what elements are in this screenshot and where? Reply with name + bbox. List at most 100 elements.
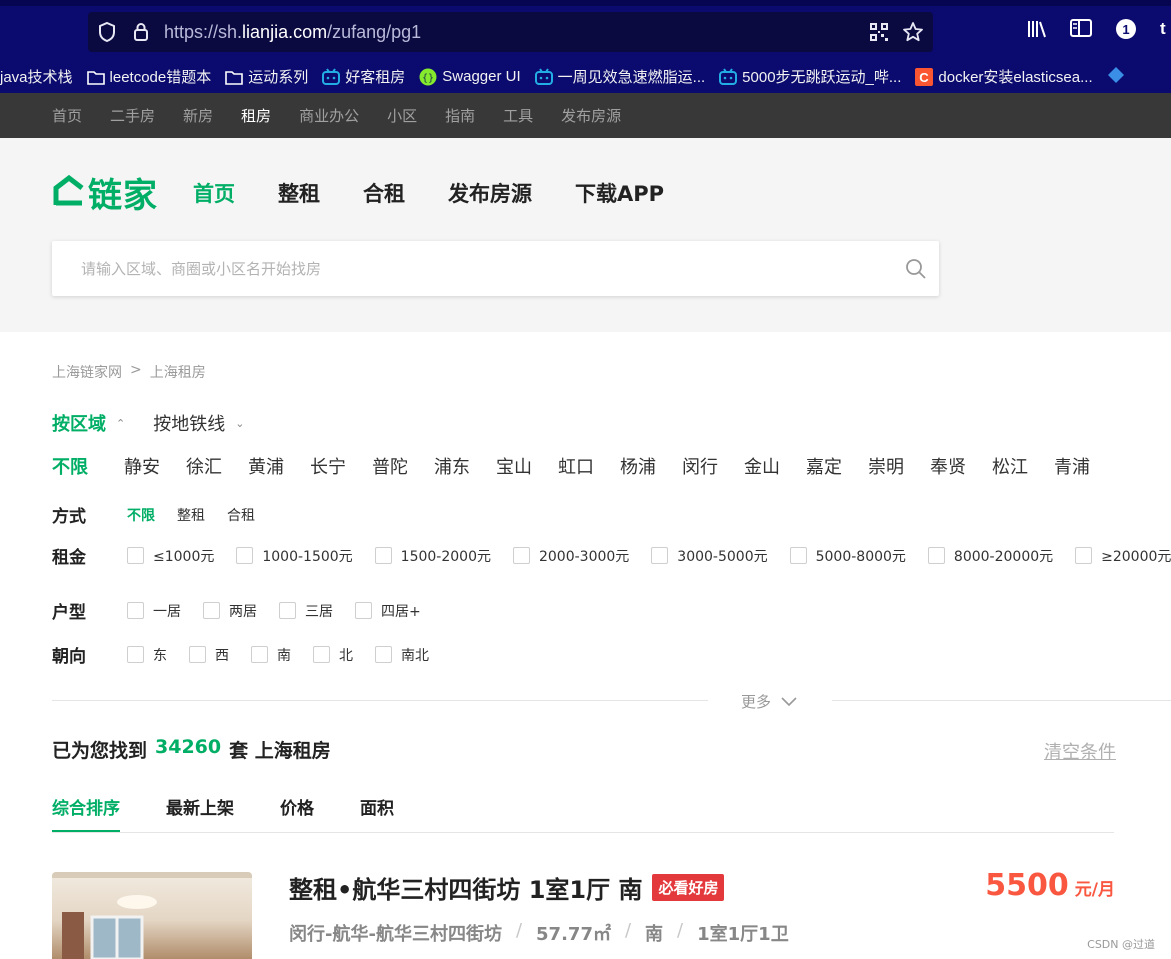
- checkbox[interactable]: [374, 547, 392, 564]
- mainnav-item[interactable]: 下载APP: [575, 178, 664, 208]
- filter-option[interactable]: 3000-5000元: [651, 546, 768, 566]
- district-option[interactable]: 闵行: [682, 453, 718, 479]
- checkbox[interactable]: [203, 602, 220, 619]
- checkbox[interactable]: [251, 646, 268, 663]
- filter-option[interactable]: 南: [251, 645, 291, 665]
- district-option[interactable]: 浦东: [434, 453, 470, 479]
- checkbox[interactable]: [789, 547, 807, 564]
- checkbox[interactable]: [236, 547, 254, 564]
- overflow-icon[interactable]: t: [1160, 18, 1171, 40]
- district-option[interactable]: 青浦: [1054, 453, 1090, 479]
- mainnav-item[interactable]: 发布房源: [448, 178, 532, 208]
- bookmark-item[interactable]: 好客租房: [322, 66, 405, 87]
- search-input[interactable]: [52, 241, 892, 296]
- bookmark-item[interactable]: 运动系列: [225, 66, 308, 87]
- filter-option[interactable]: 5000-8000元: [789, 546, 906, 566]
- mode-option[interactable]: 整租: [177, 505, 205, 525]
- checkbox[interactable]: [313, 646, 330, 663]
- filter-option[interactable]: 南北: [375, 645, 429, 665]
- sort-tab[interactable]: 最新上架: [166, 794, 234, 833]
- lianjia-logo[interactable]: 链家: [52, 168, 158, 217]
- sitenav-item[interactable]: 指南: [445, 105, 475, 126]
- tab-by-subway[interactable]: 按地铁线: [153, 410, 225, 436]
- district-option[interactable]: 普陀: [372, 453, 408, 479]
- tab-by-district[interactable]: 按区域: [52, 410, 106, 436]
- filter-option[interactable]: 西: [189, 645, 229, 665]
- lock-icon[interactable]: [130, 21, 152, 43]
- sitenav-item[interactable]: 小区: [387, 105, 417, 126]
- district-option[interactable]: 静安: [124, 453, 160, 479]
- sort-tab[interactable]: 综合排序: [52, 794, 120, 833]
- sitenav-item[interactable]: 商业办公: [299, 105, 359, 126]
- district-option[interactable]: 长宁: [310, 453, 346, 479]
- library-icon[interactable]: [1026, 18, 1048, 40]
- checkbox[interactable]: [279, 602, 296, 619]
- sitenav-item[interactable]: 首页: [52, 105, 82, 126]
- checkbox[interactable]: [375, 646, 392, 663]
- bookmark-item[interactable]: leetcode错题本: [86, 66, 211, 87]
- filter-option[interactable]: ≥20000元: [1075, 546, 1171, 566]
- filter-option[interactable]: 2000-3000元: [512, 546, 629, 566]
- sort-tab[interactable]: 面积: [360, 794, 394, 833]
- district-option[interactable]: 金山: [744, 453, 780, 479]
- district-option[interactable]: 宝山: [496, 453, 532, 479]
- district-option[interactable]: 徐汇: [186, 453, 222, 479]
- listing-title[interactable]: 整租•航华三村四街坊 1室1厅 南 必看好房: [289, 870, 725, 905]
- search-icon[interactable]: [905, 258, 927, 284]
- checkbox[interactable]: [512, 547, 530, 564]
- district-option[interactable]: 杨浦: [620, 453, 656, 479]
- extension-badge-icon[interactable]: 1: [1115, 18, 1137, 40]
- listing-thumbnail[interactable]: [52, 872, 252, 959]
- district-option[interactable]: 奉贤: [930, 453, 966, 479]
- breadcrumb-link[interactable]: 上海链家网: [52, 362, 122, 382]
- sitenav-item[interactable]: 租房: [241, 105, 271, 126]
- shield-icon[interactable]: [96, 21, 118, 43]
- listing-location[interactable]: 闵行-航华-航华三村四街坊: [289, 920, 502, 946]
- bookmark-item[interactable]: 一周见效急速燃脂运...: [534, 66, 705, 87]
- bookmark-item[interactable]: java技术栈: [0, 66, 73, 87]
- mode-option[interactable]: 不限: [127, 505, 155, 525]
- mainnav-item[interactable]: 整租: [278, 178, 320, 208]
- filter-option[interactable]: 三居: [279, 601, 333, 621]
- address-bar[interactable]: https://sh.lianjia.com/zufang/pg1: [88, 12, 933, 52]
- district-option[interactable]: 黄浦: [248, 453, 284, 479]
- sort-tab[interactable]: 价格: [280, 794, 314, 833]
- sitenav-item[interactable]: 发布房源: [561, 105, 621, 126]
- bookmark-item[interactable]: 5000步无跳跃运动_哔...: [719, 66, 901, 87]
- district-option[interactable]: 松江: [992, 453, 1028, 479]
- filter-option[interactable]: 1000-1500元: [236, 546, 353, 566]
- checkbox[interactable]: [1075, 547, 1093, 564]
- url-text[interactable]: https://sh.lianjia.com/zufang/pg1: [164, 22, 421, 43]
- filter-option[interactable]: 1500-2000元: [374, 546, 491, 566]
- more-filters-button[interactable]: 更多: [741, 691, 797, 712]
- district-option[interactable]: 嘉定: [806, 453, 842, 479]
- filter-option[interactable]: 东: [127, 645, 167, 665]
- sitenav-item[interactable]: 二手房: [110, 105, 155, 126]
- filter-option[interactable]: 四居+: [355, 601, 421, 621]
- checkbox[interactable]: [355, 602, 372, 619]
- bookmark-item[interactable]: {} Swagger UI: [419, 68, 521, 86]
- checkbox[interactable]: [651, 547, 669, 564]
- checkbox[interactable]: [127, 646, 144, 663]
- qr-code-icon[interactable]: [868, 21, 890, 43]
- breadcrumb-link[interactable]: 上海租房: [150, 362, 206, 382]
- clear-filters-link[interactable]: 清空条件: [1044, 738, 1116, 764]
- district-option[interactable]: 虹口: [558, 453, 594, 479]
- sidebar-icon[interactable]: [1070, 18, 1092, 38]
- filter-option[interactable]: 北: [313, 645, 353, 665]
- checkbox[interactable]: [927, 547, 945, 564]
- checkbox[interactable]: [127, 602, 144, 619]
- district-option[interactable]: 不限: [52, 453, 88, 479]
- filter-option[interactable]: 一居: [127, 601, 181, 621]
- mode-option[interactable]: 合租: [227, 505, 255, 525]
- checkbox[interactable]: [127, 547, 144, 564]
- star-bookmark-icon[interactable]: [902, 21, 924, 43]
- filter-option[interactable]: ≤1000元: [127, 546, 214, 566]
- mainnav-item[interactable]: 合租: [363, 178, 405, 208]
- sitenav-item[interactable]: 工具: [503, 105, 533, 126]
- bookmark-item[interactable]: Cdocker安装elasticsea...: [915, 66, 1093, 87]
- mainnav-item[interactable]: 首页: [193, 178, 235, 208]
- district-option[interactable]: 崇明: [868, 453, 904, 479]
- filter-option[interactable]: 两居: [203, 601, 257, 621]
- filter-option[interactable]: 8000-20000元: [927, 546, 1053, 566]
